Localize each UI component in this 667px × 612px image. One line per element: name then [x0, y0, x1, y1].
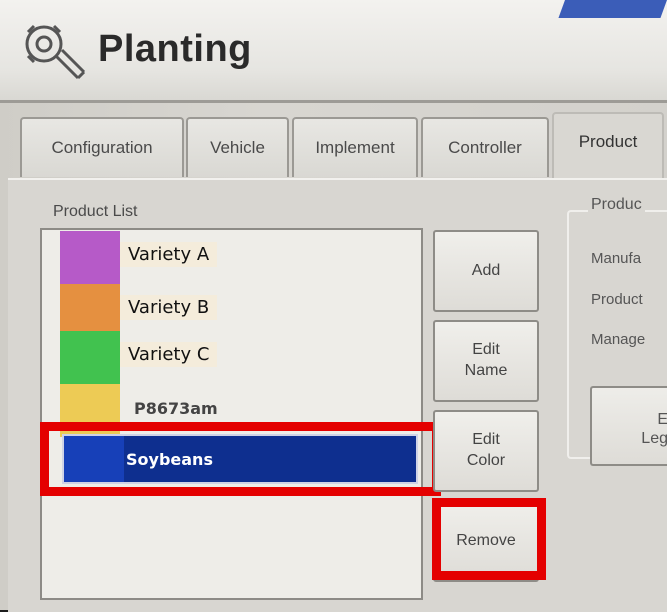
product-label: Product — [591, 291, 643, 308]
color-swatch — [60, 284, 120, 337]
manager-label: Manage — [591, 331, 646, 348]
color-swatch — [60, 331, 120, 384]
list-item-label: Variety A — [120, 242, 218, 267]
color-swatch — [60, 231, 120, 284]
tab-vehicle[interactable]: Vehicle — [186, 117, 289, 177]
tab-product[interactable]: Product — [552, 112, 664, 184]
list-item-variety-a[interactable]: Variety A — [60, 231, 420, 284]
edit-color-button[interactable]: Edit Color — [433, 410, 539, 492]
tab-label: Configuration — [51, 138, 153, 157]
list-item-label: P8673am — [134, 399, 218, 418]
tab-controller[interactable]: Controller — [421, 117, 549, 177]
page-title: Planting — [98, 28, 252, 70]
button-label: Edit Name — [464, 341, 508, 379]
tab-configuration[interactable]: Configuration — [20, 117, 184, 177]
planting-screen: Planting Configuration Vehicle Implement… — [0, 0, 667, 612]
list-item-label: Variety B — [120, 295, 218, 320]
highlight-box-selected-item — [40, 422, 441, 496]
header-accent — [558, 0, 667, 18]
wrench-gear-icon — [25, 24, 86, 80]
tab-label: Vehicle — [210, 138, 265, 157]
button-label: Add — [471, 261, 501, 279]
tab-label: Controller — [448, 138, 522, 157]
list-item-variety-b[interactable]: Variety B — [60, 284, 420, 337]
add-button[interactable]: Add — [433, 230, 539, 312]
edit-name-button[interactable]: Edit Name — [433, 320, 539, 402]
manufacturer-label: Manufa — [591, 250, 642, 267]
list-item-label: Variety C — [120, 342, 218, 367]
list-item-variety-c[interactable]: Variety C — [60, 331, 420, 384]
edit-legend-button[interactable]: E Leg — [590, 386, 667, 466]
tab-label: Product — [578, 132, 638, 151]
highlight-box-remove — [432, 498, 546, 580]
button-label: E Leg — [641, 411, 667, 448]
header-bar: Planting — [0, 0, 667, 103]
button-label: Edit Color — [466, 431, 506, 469]
group-title: Produc — [588, 196, 645, 214]
product-list-label: Product List — [53, 203, 138, 220]
tab-label: Implement — [315, 138, 395, 157]
tab-implement[interactable]: Implement — [292, 117, 418, 177]
